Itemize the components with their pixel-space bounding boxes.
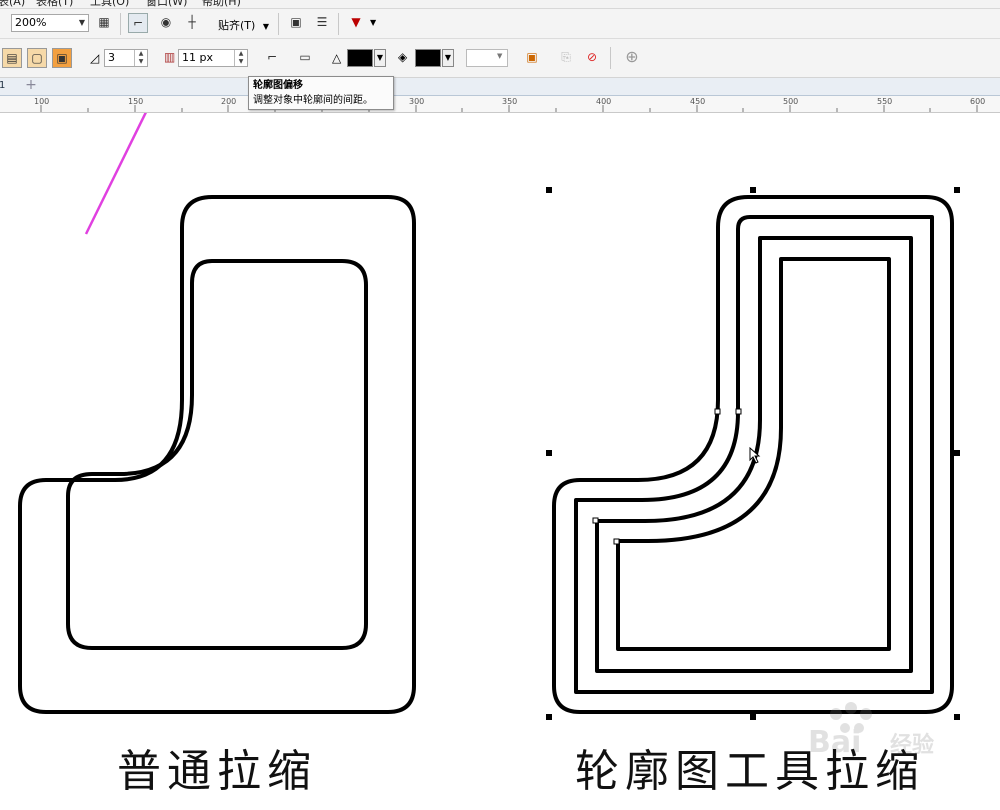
clear-contour-icon[interactable]: ⊘ (582, 48, 602, 68)
ruler-label: 350 (502, 97, 518, 106)
ruler-label: 300 (409, 97, 425, 106)
ruler-label: 550 (877, 97, 893, 106)
ruler-label: 400 (596, 97, 612, 106)
tooltip-title: 轮廓图偏移 (253, 80, 303, 91)
fill-bucket-icon: ◈ (398, 50, 408, 64)
menu-item-table[interactable]: 表格(T) (36, 0, 73, 8)
ruler-label: 500 (783, 97, 799, 106)
snap-label: 贴齐(T) (218, 19, 256, 32)
contour-offset-tooltip: 轮廓图偏移 调整对象中轮廓间的间距。 (248, 76, 394, 110)
ruler-ticks (40, 105, 978, 112)
standard-toolbar: 200% ▼ ▦ ⌐ ◉ ┼ 贴齐(T) ▼ ▣ ☰ ▼ ▼ (0, 9, 1000, 39)
copy-contour-properties-icon[interactable]: ⎘ (556, 48, 576, 68)
outline-color-swatch[interactable] (347, 49, 373, 67)
menu-item[interactable]: 表(A) (0, 0, 25, 8)
fullscreen-preview-icon[interactable]: ▦ (94, 13, 114, 33)
menu-item-help[interactable]: 帮助(H) (202, 0, 241, 8)
plus-icon[interactable]: ⊕ (622, 48, 642, 68)
divider (278, 13, 279, 35)
ruler-label: 200 (221, 97, 237, 106)
object-properties-icon[interactable]: ▣ (522, 48, 542, 68)
contour-offset-icon: ▥ (164, 50, 176, 64)
outer-l-shape (18, 195, 416, 714)
contour-offset-value: 11 px (182, 51, 213, 64)
guidelines-icon[interactable]: ┼ (182, 13, 202, 33)
ruler-label: 100 (34, 97, 50, 106)
welcome-screen-icon[interactable]: ▣ (286, 13, 306, 33)
contour-steps-value: 3 (108, 51, 115, 64)
tooltip-description: 调整对象中轮廓间的间距。 (253, 95, 373, 106)
contour-property-bar: ▤ ▢ ▣ ◿ 3 ▲ ▼ ▥ 11 px ▲ ▼ ⌐ ▭ △ ▼ ◈ ▼ ▼ ▣ … (0, 39, 1000, 78)
contour-corners-icon[interactable]: ⌐ (262, 48, 282, 68)
menu-item-tools[interactable]: 工具(O) (90, 0, 129, 8)
divider (120, 13, 121, 35)
zoom-select[interactable]: 200% ▼ (11, 14, 89, 32)
ruler-label: 150 (128, 97, 144, 106)
outside-contour-icon[interactable]: ▣ (52, 48, 72, 68)
zoom-value: 200% (15, 16, 47, 29)
options-icon[interactable]: ☰ (312, 13, 332, 33)
stepper-icon[interactable]: ▲ ▼ (234, 50, 247, 66)
chevron-down-icon[interactable]: ▼ (370, 18, 376, 27)
plain-scaled-shapes (18, 195, 416, 714)
application-launcher-icon[interactable]: ▼ (346, 13, 366, 33)
horizontal-ruler: 100 150 200 250 300 350 400 450 500 550 … (0, 96, 1000, 113)
contour-offset-input[interactable]: 11 px ▲ ▼ (178, 49, 248, 67)
eye-icon[interactable]: ◉ (156, 13, 176, 33)
snap-to-menu[interactable]: 贴齐(T) ▼ (218, 17, 269, 33)
stepper-icon[interactable]: ▲ ▼ (134, 50, 147, 66)
chevron-down-icon[interactable]: ▼ (442, 49, 454, 67)
menu-item-window[interactable]: 窗口(W) (146, 0, 187, 8)
ruler-label: 600 (970, 97, 986, 106)
annotation-arrow-shaft (84, 113, 147, 235)
chevron-down-icon: ▼ (78, 18, 86, 27)
inner-l-shape (66, 259, 368, 650)
ruler-label: 450 (690, 97, 706, 106)
to-center-icon[interactable]: ▤ (2, 48, 22, 68)
chevron-down-icon[interactable]: ▼ (497, 52, 502, 60)
contour-color-acceleration-icon[interactable]: ▭ (295, 48, 315, 68)
chevron-down-icon[interactable]: ▼ (374, 49, 386, 67)
caption-right: 轮廓图工具拉缩 (575, 746, 925, 797)
divider (338, 13, 339, 35)
canvas-drawing: Bai 经验 (18, 113, 960, 760)
page-tab[interactable]: 1 (0, 80, 5, 91)
inside-contour-icon[interactable]: ▢ (27, 48, 47, 68)
show-rulers-icon[interactable]: ⌐ (128, 13, 148, 33)
menu-bar: 表(A) 表格(T) 工具(O) 窗口(W) 帮助(H) (0, 0, 1000, 9)
divider (610, 47, 611, 69)
caption-left: 普通拉缩 (117, 746, 317, 797)
contour-steps-input[interactable]: 3 ▲ ▼ (104, 49, 148, 67)
chevron-down-icon: ▼ (262, 22, 269, 31)
contour-steps-icon: ◿ (90, 51, 100, 65)
add-page-icon[interactable]: + (22, 77, 40, 93)
page-tab-bar: 1 + (0, 77, 1000, 96)
drawing-canvas[interactable]: Bai 经验 普通拉缩 轮廓图工具拉缩 (0, 113, 1000, 810)
fill-color-swatch[interactable] (415, 49, 441, 67)
outline-pen-icon: △ (332, 51, 342, 65)
